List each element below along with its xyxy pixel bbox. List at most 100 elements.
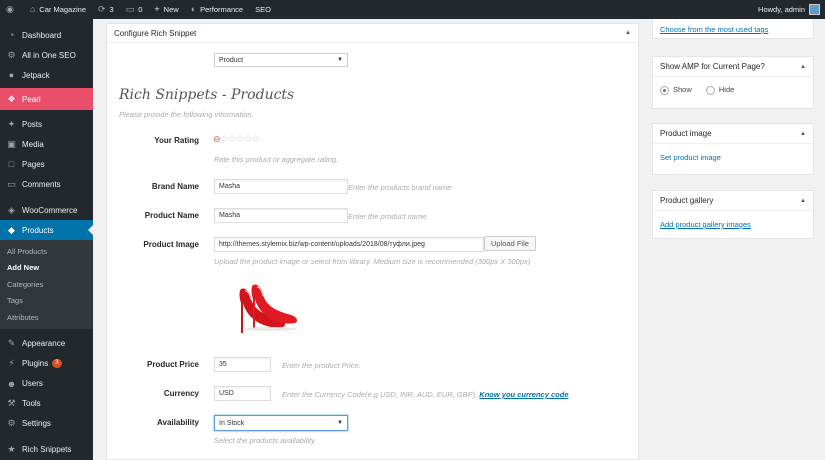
product-name-hint: Enter the product name. [348,212,429,221]
collapse-arrow-icon[interactable]: ▲ [625,30,631,36]
menu-products[interactable]: ◆ Products [0,220,93,240]
amp-show-radio[interactable] [660,85,669,95]
amp-show-label: Show [673,85,692,94]
add-gallery-images-link[interactable]: Add product gallery images [660,220,751,229]
rich-snippet-metabox: Configure Rich Snippet ▲ Product ▼ Rich S… [106,23,639,460]
seo-link[interactable]: SEO [249,0,277,19]
pin-icon: ✦ [7,118,16,129]
settings-icon: ⚙ [7,418,16,428]
product-price-label: Product Price [146,360,199,369]
performance-link[interactable]: ◐ Performance [185,0,249,19]
submenu-all-products[interactable]: All Products [0,243,93,260]
chevron-down-icon: ▼ [337,57,343,63]
product-image-preview [239,284,298,333]
seo-icon: ⚙ [7,49,16,60]
set-product-image-link[interactable]: Set product image [660,153,721,162]
currency-label: Currency [163,389,199,398]
brand-hint: Enter the products brand name [348,183,452,192]
amp-hide-radio[interactable] [705,85,715,95]
metabox-header[interactable]: Configure Rich Snippet ▲ [107,24,638,43]
avatar [809,4,820,15]
chevron-down-icon: ▼ [337,420,343,426]
products-submenu: All Products Add New Categories Tags Att… [0,240,93,329]
product-gallery-box: Product gallery ▲ Add product gallery im… [652,190,814,239]
rating-stars[interactable]: ⊖☆☆☆☆☆ [213,134,260,145]
menu-plugins[interactable]: ⚡ Plugins 3 [0,354,93,374]
dashboard-icon: ◔ [8,30,15,40]
tags-box: Choose from the most used tags [652,19,814,39]
brand-name-input[interactable]: Masha [214,179,348,194]
snippet-type-select[interactable]: Product ▼ [214,53,348,67]
menu-rich-snippets[interactable]: ★ Rich Snippets [0,440,93,460]
menu-media[interactable]: ▣ Media [0,134,93,154]
plus-icon: + [154,4,160,14]
product-image-url-input[interactable]: http://themes.stylemix.biz/wp-content/up… [214,237,484,252]
submenu-categories[interactable]: Categories [0,276,93,293]
home-icon: ⌂ [29,4,36,14]
collapse-arrow-icon[interactable]: ▲ [800,64,806,70]
menu-tools[interactable]: ⚒ Tools [0,394,93,414]
menu-pearl[interactable]: ❖ Pearl [0,88,93,110]
products-icon: ◆ [8,224,15,235]
submenu-attributes[interactable]: Attributes [0,309,93,326]
performance-icon: ◐ [190,4,197,14]
star-icon[interactable]: ☆ [220,134,229,145]
brand-label: Brand Name [151,182,199,191]
plugins-icon: ⚡ [8,358,15,368]
choose-tags-link[interactable]: Choose from the most used tags [660,25,768,34]
new-content-link[interactable]: + New [148,0,184,19]
product-name-label: Product Name [144,211,199,220]
menu-dashboard[interactable]: ◔ Dashboard [0,25,93,45]
media-icon: ▣ [7,138,16,149]
admin-bar: ◉ ⌂ Car Magazine ⟳ 3 ▭ 0 + New ◐ Performance … [0,0,825,19]
menu-settings[interactable]: ⚙ Settings [0,414,93,434]
rating-hint: Rate this product or aggregate rating. [214,155,339,164]
wp-logo-button[interactable]: ◉ [0,0,24,19]
metabox-title: Configure Rich Snippet [114,28,197,38]
wordpress-icon: ◉ [6,4,14,14]
comments-link[interactable]: ▭ 0 [120,0,149,19]
comment-icon: ▭ [125,4,135,14]
menu-all-in-one-seo[interactable]: ⚙ All in One SEO [0,45,93,65]
currency-input[interactable]: USD [214,386,271,401]
admin-sidebar: ◔ Dashboard ⚙ All in One SEO ● Jetpack ❖ Pea… [0,19,93,460]
collapse-arrow-icon[interactable]: ▲ [800,198,806,204]
product-name-input[interactable]: Masha [214,208,348,223]
menu-pages[interactable]: □ Pages [0,154,93,174]
rich-snippets-icon: ★ [7,444,16,454]
menu-woocommerce[interactable]: ◈ WooCommerce [0,200,93,220]
collapse-arrow-icon[interactable]: ▲ [800,131,806,137]
pages-icon: □ [8,159,15,169]
section-heading: Rich Snippets - Products [119,87,295,103]
tools-icon: ⚒ [7,398,16,408]
availability-label: Availability [157,418,199,427]
updates-link[interactable]: ⟳ 3 [92,0,120,19]
amp-box-header[interactable]: Show AMP for Current Page? ▲ [653,57,813,77]
product-image-box-header[interactable]: Product image ▲ [653,124,813,144]
product-price-input[interactable]: 35 [214,357,271,372]
product-image-hint: Upload the product image or select from … [214,257,531,266]
product-image-label: Product Image [143,240,199,249]
menu-comments[interactable]: ▭ Comments [0,174,93,194]
upload-file-button[interactable]: Upload File [484,236,536,251]
comments-icon: ▭ [7,178,16,189]
menu-posts[interactable]: ✦ Posts [0,114,93,134]
availability-hint: Select the products availability. [214,436,317,445]
my-account[interactable]: Howdy, admin [758,4,825,15]
availability-select[interactable]: In Stock ▼ [214,415,348,431]
menu-jetpack[interactable]: ● Jetpack [0,65,93,85]
rating-label: Your Rating [154,136,199,145]
amp-box: Show AMP for Current Page? ▲ Show Hide [652,56,814,109]
submenu-tags[interactable]: Tags [0,293,93,310]
submenu-add-new[interactable]: Add New [0,260,93,277]
menu-appearance[interactable]: ✎ Appearance [0,334,93,354]
currency-code-link[interactable]: Know you currency code [479,390,568,399]
users-icon: ☻ [6,378,17,389]
site-name-link[interactable]: ⌂ Car Magazine [24,0,92,19]
star-icon[interactable]: ☆ [251,134,260,145]
menu-users[interactable]: ☻ Users [0,374,93,394]
amp-hide-label: Hide [718,85,735,94]
woocommerce-icon: ◈ [8,204,15,215]
pearl-icon: ❖ [7,93,16,104]
product-gallery-box-header[interactable]: Product gallery ▲ [653,191,813,211]
